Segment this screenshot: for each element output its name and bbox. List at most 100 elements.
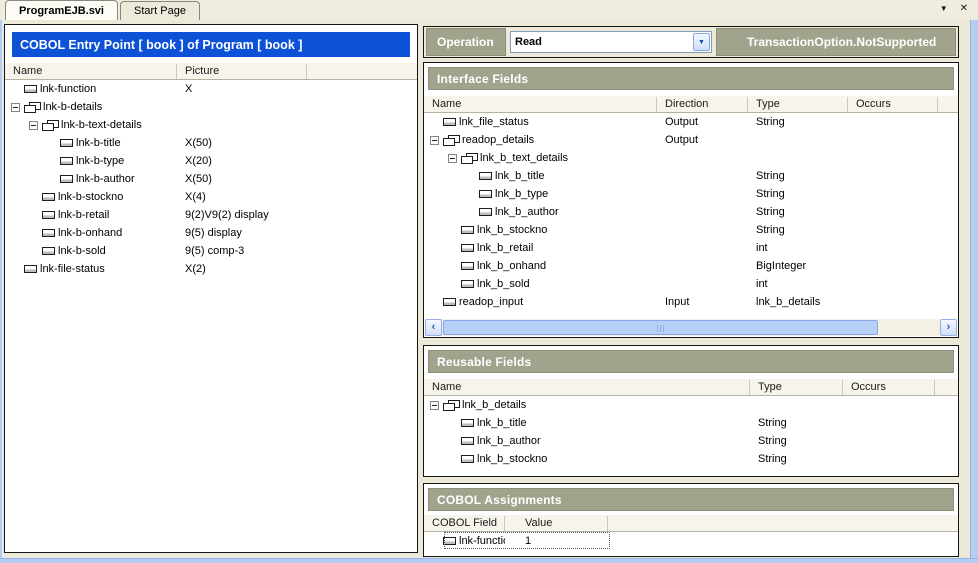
expand-minus-icon[interactable]: [430, 401, 439, 410]
row-lnk_b_author[interactable]: lnk_b_authorString: [424, 432, 958, 450]
row-lnk_b_title[interactable]: lnk_b_title String: [424, 167, 958, 185]
group-icon: [461, 153, 477, 164]
indent-spacer: [29, 233, 42, 234]
cell-name: lnk_b_retail: [424, 242, 657, 254]
row-lnk_b_onhand[interactable]: lnk_b_onhandBigInteger: [424, 257, 958, 275]
tab-start-page[interactable]: Start Page: [120, 1, 200, 20]
cell-name: lnk-b-stockno: [5, 191, 177, 203]
scroll-right-icon[interactable]: ›: [940, 319, 957, 336]
column-header-occurs[interactable]: Occurs: [848, 97, 938, 112]
close-icon[interactable]: ✕: [960, 2, 968, 16]
expand-minus-icon[interactable]: [448, 154, 457, 163]
field-icon: [24, 85, 37, 93]
row-lnk_b_author[interactable]: lnk_b_authorString: [424, 203, 958, 221]
indent-spacer: [448, 248, 461, 249]
tab-programejb-svi[interactable]: ProgramEJB.svi: [5, 0, 118, 20]
row-lnk-function[interactable]: lnk-function1: [424, 532, 958, 550]
name-label: lnk_b_type: [495, 188, 548, 200]
field-icon: [461, 244, 474, 252]
column-header-type[interactable]: Type: [748, 97, 848, 112]
row-lnk-b-author[interactable]: lnk-b-authorX(50): [5, 170, 417, 188]
cobol-assignments-title: COBOL Assignments: [428, 488, 954, 511]
field-icon: [461, 437, 474, 445]
operation-select[interactable]: Read ▼: [510, 31, 712, 53]
expand-minus-icon[interactable]: [11, 103, 20, 112]
reusable-fields-column-header: NameTypeOccurs: [424, 379, 958, 396]
indent-spacer: [47, 161, 60, 162]
field-icon: [461, 280, 474, 288]
row-lnk-b-text-details[interactable]: lnk-b-text-details: [5, 116, 417, 134]
cell-direction: Input: [657, 296, 748, 308]
field-icon: [42, 229, 55, 237]
window-border-left: [0, 20, 3, 563]
column-header-direction[interactable]: Direction: [657, 97, 748, 112]
field-icon: [479, 208, 492, 216]
column-header-name[interactable]: Name: [5, 64, 177, 79]
row-lnk-b-details[interactable]: lnk-b-details: [5, 98, 417, 116]
name-label: lnk_b_title: [495, 170, 545, 182]
row-lnk_b_type[interactable]: lnk_b_typeString: [424, 185, 958, 203]
column-header-cobol-field[interactable]: COBOL Field: [424, 516, 505, 531]
row-lnk_b_stockno[interactable]: lnk_b_stocknoString: [424, 450, 958, 468]
cell-type: String: [748, 224, 848, 236]
scroll-left-icon[interactable]: ‹: [425, 319, 442, 336]
cell-type: BigInteger: [748, 260, 848, 272]
transaction-option-label: TransactionOption.NotSupported: [716, 28, 956, 56]
row-lnk-b-retail[interactable]: lnk-b-retail9(2)V9(2) display: [5, 206, 417, 224]
indent-spacer: [466, 212, 479, 213]
row-lnk_file_status[interactable]: lnk_file_statusOutputString: [424, 113, 958, 131]
row-lnk-b-onhand[interactable]: lnk-b-onhand9(5) display: [5, 224, 417, 242]
tab-list-menu-icon[interactable]: ▼: [940, 2, 948, 16]
indent-spacer: [11, 89, 24, 90]
row-readop_details[interactable]: readop_detailsOutput: [424, 131, 958, 149]
cell-picture: X(4): [177, 191, 307, 203]
name-label: lnk-b-type: [76, 155, 124, 167]
interface-fields-tree: lnk_file_statusOutputStringreadop_detail…: [424, 113, 958, 311]
column-header-value[interactable]: Value: [505, 516, 608, 531]
name-label: lnk-b-text-details: [61, 119, 142, 131]
field-icon: [461, 262, 474, 270]
reusable-fields-header-wrap: Reusable Fields: [424, 346, 958, 373]
cell-name: lnk_b_stockno: [424, 453, 750, 465]
chevron-down-icon[interactable]: ▼: [693, 33, 710, 51]
column-header-picture[interactable]: Picture: [177, 64, 307, 79]
operation-label: Operation: [426, 28, 506, 56]
indent-spacer: [448, 266, 461, 267]
name-label: lnk-b-retail: [58, 209, 109, 221]
row-lnk-b-title[interactable]: lnk-b-titleX(50): [5, 134, 417, 152]
cell-name: lnk_b_sold: [424, 278, 657, 290]
row-lnk_b_text_details[interactable]: lnk_b_text_details: [424, 149, 958, 167]
row-lnk-b-sold[interactable]: lnk-b-sold9(5) comp-3: [5, 242, 417, 260]
row-readop_input[interactable]: readop_inputInputlnk_b_details: [424, 293, 958, 311]
column-header-name[interactable]: Name: [424, 380, 750, 395]
indent-spacer: [448, 230, 461, 231]
row-lnk_b_details[interactable]: lnk_b_details: [424, 396, 958, 414]
field-icon: [42, 247, 55, 255]
row-lnk_b_sold[interactable]: lnk_b_soldint: [424, 275, 958, 293]
row-lnk-file-status[interactable]: lnk-file-statusX(2): [5, 260, 417, 278]
cell-type: String: [748, 170, 848, 182]
cobol-assignments-column-header: COBOL FieldValue: [424, 515, 958, 532]
indent-spacer: [448, 459, 461, 460]
row-lnk-b-stockno[interactable]: lnk-b-stocknoX(4): [5, 188, 417, 206]
scrollbar-thumb[interactable]: [443, 320, 878, 335]
row-lnk_b_title[interactable]: lnk_b_titleString: [424, 414, 958, 432]
column-header-occurs[interactable]: Occurs: [843, 380, 935, 395]
operation-selected-value: Read: [511, 36, 693, 48]
cell-name: lnk_b_text_details: [424, 152, 657, 164]
entry-point-header-wrap: COBOL Entry Point [ book ] of Program [ …: [5, 25, 417, 57]
expand-minus-icon[interactable]: [29, 121, 38, 130]
row-lnk_b_stockno[interactable]: lnk_b_stocknoString: [424, 221, 958, 239]
expand-minus-icon[interactable]: [430, 136, 439, 145]
column-header-name[interactable]: Name: [424, 97, 657, 112]
field-icon: [443, 118, 456, 126]
row-lnk_b_retail[interactable]: lnk_b_retailint: [424, 239, 958, 257]
cell-name: readop_input: [424, 296, 657, 308]
window-border-right: [970, 20, 978, 563]
column-header-type[interactable]: Type: [750, 380, 843, 395]
indent-spacer: [47, 179, 60, 180]
row-lnk-function[interactable]: lnk-functionX: [5, 80, 417, 98]
cell-name: lnk-b-retail: [5, 209, 177, 221]
editor-tab-strip: ProgramEJB.svi Start Page ▼ ✕: [0, 0, 978, 20]
row-lnk-b-type[interactable]: lnk-b-typeX(20): [5, 152, 417, 170]
